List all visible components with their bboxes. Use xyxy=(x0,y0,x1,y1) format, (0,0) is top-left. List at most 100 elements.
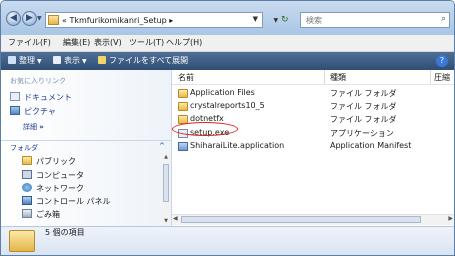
tree-item-public[interactable]: パブリック xyxy=(22,156,76,167)
scrollbar-thumb[interactable] xyxy=(163,164,169,202)
search-icon[interactable]: ⌕ xyxy=(441,14,446,24)
tree-item-label: ネットワーク xyxy=(36,184,84,193)
menu-tools[interactable]: ツール(T) xyxy=(129,38,164,48)
organize-label: 整理 xyxy=(19,56,35,65)
file-name: ShiharaiLite.application xyxy=(190,141,285,150)
column-header-name[interactable]: 名前 xyxy=(178,72,194,83)
views-icon xyxy=(53,56,61,64)
collapse-icon[interactable]: ^ xyxy=(159,142,165,150)
file-type: ファイル フォルダ xyxy=(330,89,397,98)
network-icon xyxy=(22,183,32,192)
file-type: ファイル フォルダ xyxy=(330,102,397,111)
views-label: 表示 xyxy=(64,56,80,65)
tree-item-label: パブリック xyxy=(36,157,76,166)
organize-button[interactable]: 整理 ▼ xyxy=(8,55,42,68)
tree-item-label: ごみ箱 xyxy=(36,210,60,219)
header-divider xyxy=(172,84,454,85)
file-name: crystalreports10_5 xyxy=(190,101,265,110)
more-link[interactable]: 詳細 » xyxy=(23,122,44,132)
menu-view[interactable]: 表示(V) xyxy=(94,38,122,48)
scroll-down-icon[interactable]: ▼ xyxy=(162,218,170,224)
application-manifest-icon xyxy=(178,142,188,151)
more-label: 詳細 xyxy=(23,123,37,131)
control-panel-icon xyxy=(22,196,32,205)
file-row[interactable]: crystalreports10_5 ファイル フォルダ xyxy=(172,100,454,113)
chevron-down-icon: ▼ xyxy=(37,58,42,65)
tree-item-network[interactable]: ネットワーク xyxy=(22,183,84,194)
help-icon: ? xyxy=(439,56,445,65)
menu-file[interactable]: ファイル(F) xyxy=(8,38,51,48)
annotation-highlight-ellipse xyxy=(172,122,238,136)
back-button[interactable]: ◀ xyxy=(6,11,21,26)
file-row[interactable]: ShiharaiLite.application Application Man… xyxy=(172,140,454,153)
back-arrow-icon: ◀ xyxy=(10,13,17,23)
refresh-icon[interactable]: ↻ xyxy=(281,15,289,25)
scroll-left-icon[interactable]: ◀ xyxy=(173,215,178,222)
horizontal-scrollbar[interactable]: ◀ ▶ xyxy=(172,214,454,225)
column-divider[interactable] xyxy=(430,70,431,84)
address-prefix[interactable]: « xyxy=(62,16,67,25)
command-bar: 整理 ▼ 表示 ▼ ファイルをすべて展開 ? xyxy=(1,52,454,70)
double-chevron-icon: » xyxy=(39,123,44,131)
refresh-button[interactable]: ▼ ↻ xyxy=(266,12,296,28)
file-list: 名前 種類 圧縮 Application Files ファイル フォルダ cry… xyxy=(172,70,454,226)
folder-icon xyxy=(48,15,59,25)
favorite-pictures-label: ピクチャ xyxy=(24,107,56,116)
column-header-type[interactable]: 種類 xyxy=(330,72,346,83)
file-type: アプリケーション xyxy=(330,129,394,138)
item-count: 5 個の項目 xyxy=(45,228,85,237)
organize-icon xyxy=(8,56,16,64)
address-bar-row: ◀ ▶ ▼ « Tkmfurikomikanri_Setup ▸ ▼ ▼ ↻ 検… xyxy=(1,1,454,35)
scrollbar-thumb[interactable] xyxy=(181,216,421,223)
file-row[interactable]: Application Files ファイル フォルダ xyxy=(172,87,454,100)
help-button[interactable]: ? xyxy=(436,55,448,67)
search-placeholder: 検索 xyxy=(306,16,322,25)
search-input[interactable]: 検索 ⌕ xyxy=(300,12,450,28)
folder-icon xyxy=(178,102,188,111)
folder-icon xyxy=(22,156,32,165)
menu-help[interactable]: ヘルプ(H) xyxy=(166,38,202,48)
address-chevron-icon[interactable]: ▸ xyxy=(169,16,173,25)
column-divider[interactable] xyxy=(324,70,325,84)
extract-all-label: ファイルをすべて展開 xyxy=(109,56,189,65)
file-name: Application Files xyxy=(190,88,255,97)
column-header-compressed[interactable]: 圧縮 xyxy=(434,72,450,83)
folders-header-label: フォルダ xyxy=(10,144,38,152)
tree-item-recycle-bin[interactable]: ごみ箱 xyxy=(22,209,60,220)
extract-icon xyxy=(98,56,106,64)
navigation-scrollbar[interactable]: ▲ ▼ xyxy=(162,154,170,226)
file-type: ファイル フォルダ xyxy=(330,115,397,124)
pictures-icon xyxy=(10,106,20,115)
computer-icon xyxy=(22,170,32,179)
chevron-down-icon[interactable]: ▼ xyxy=(273,17,278,24)
scroll-right-icon[interactable]: ▶ xyxy=(448,215,453,222)
folders-header[interactable]: フォルダ ^ xyxy=(1,140,171,153)
file-type: Application Manifest xyxy=(330,141,412,150)
extract-all-button[interactable]: ファイルをすべて展開 xyxy=(98,55,188,67)
favorite-links-header: お気に入りリンク xyxy=(10,77,66,85)
tree-item-label: コントロール パネル xyxy=(36,197,111,206)
forward-button[interactable]: ▶ xyxy=(22,11,37,26)
address-path[interactable]: « Tkmfurikomikanri_Setup ▸ xyxy=(62,15,173,26)
details-pane: 5 個の項目 xyxy=(1,226,454,255)
navigation-pane: お気に入りリンク ドキュメント ピクチャ 詳細 » フォルダ ^ パブリック コ… xyxy=(1,70,172,226)
favorite-pictures[interactable]: ピクチャ xyxy=(10,106,56,117)
menu-bar: ファイル(F) 編集(E) 表示(V) ツール(T) ヘルプ(H) xyxy=(1,35,454,52)
chevron-down-icon: ▼ xyxy=(82,58,87,65)
favorite-documents[interactable]: ドキュメント xyxy=(10,92,72,103)
history-dropdown-icon[interactable]: ▼ xyxy=(37,15,42,22)
tree-item-label: コンピュータ xyxy=(36,171,84,180)
tree-item-computer[interactable]: コンピュータ xyxy=(22,170,84,181)
views-button[interactable]: 表示 ▼ xyxy=(53,55,87,68)
address-dropdown-icon[interactable]: ▼ xyxy=(253,15,258,23)
scroll-up-icon[interactable]: ▲ xyxy=(162,154,170,160)
forward-arrow-icon: ▶ xyxy=(26,13,33,23)
favorite-documents-label: ドキュメント xyxy=(24,93,72,102)
folder-icon xyxy=(9,230,35,252)
tree-item-control-panel[interactable]: コントロール パネル xyxy=(22,196,111,207)
folder-icon xyxy=(178,89,188,98)
address-folder[interactable]: Tkmfurikomikanri_Setup xyxy=(69,16,166,25)
explorer-window: ◀ ▶ ▼ « Tkmfurikomikanri_Setup ▸ ▼ ▼ ↻ 検… xyxy=(0,0,455,256)
menu-edit[interactable]: 編集(E) xyxy=(63,38,90,48)
address-bar[interactable]: « Tkmfurikomikanri_Setup ▸ ▼ xyxy=(45,12,263,28)
